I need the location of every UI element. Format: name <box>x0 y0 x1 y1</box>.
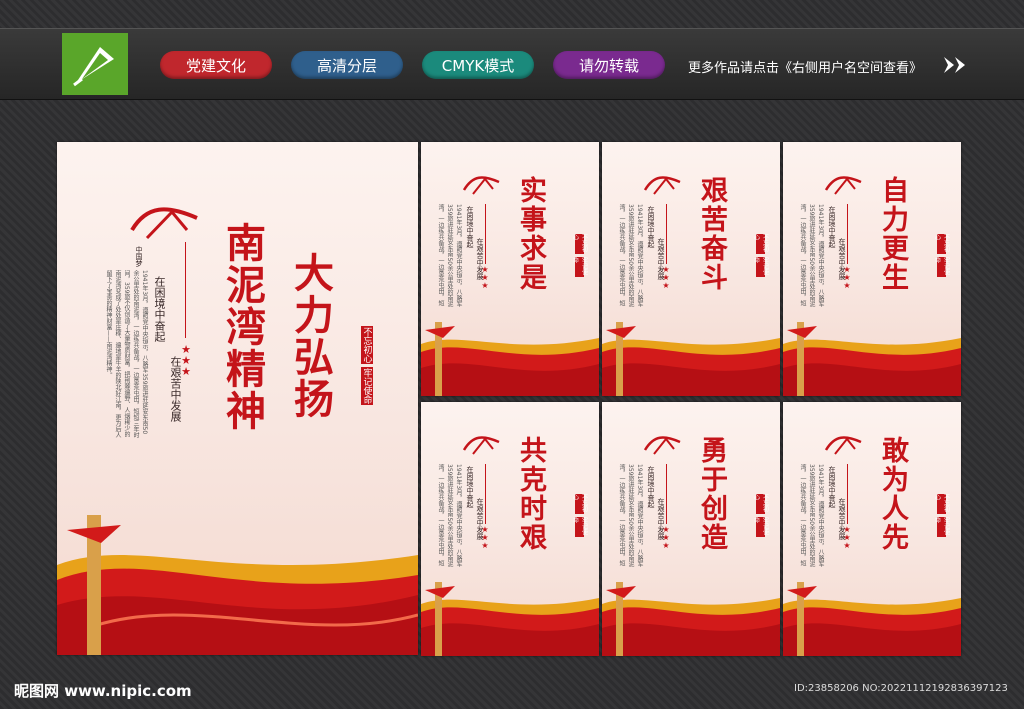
seal-1: 不忘初心 <box>571 234 588 254</box>
poster-title: 勇于创造 <box>696 436 727 552</box>
subtitle-1: 在困境中奋起 <box>828 206 836 248</box>
seal-2: 牢记使命 <box>361 367 373 405</box>
subtitle-1: 在困境中奋起 <box>153 276 166 342</box>
seal-2: 牢记使命 <box>933 257 950 277</box>
seal-2: 牢记使命 <box>752 517 769 537</box>
china-dream-emblem <box>643 436 681 455</box>
body-text: 1941年3月，遵照党中央指示，八路军359旅进驻延安东南50余公里处的南泥湾，… <box>437 464 462 568</box>
site-watermark: 昵图网 www.nipic.com <box>14 680 192 701</box>
seal-1: 不忘初心 <box>752 234 769 254</box>
seal-1: 不忘初心 <box>933 234 950 254</box>
stars-decoration: ★ ★ ★ <box>481 525 489 550</box>
small-poster: 1941年3月，遵照党中央指示，八路军359旅进驻延安东南50余公里处的南泥湾，… <box>602 402 780 656</box>
top-banner: 党建文化 高清分层 CMYK模式 请勿转载 更多作品请点击《右侧用户名空间查看》 <box>0 28 1024 100</box>
red-flag-waves <box>421 322 599 396</box>
poster-title: 敢为人先 <box>877 436 908 552</box>
seal-1: 不忘初心 <box>752 494 769 514</box>
red-flag-waves <box>783 582 961 656</box>
divider-line <box>666 464 667 524</box>
tag-party-culture[interactable]: 党建文化 <box>160 51 272 79</box>
divider-line <box>485 204 486 264</box>
seal-stamps: 不忘初心 牢记使命 <box>571 494 588 537</box>
poster-title: 共克时艰 <box>515 436 546 552</box>
small-poster: 1941年3月，遵照党中央指示，八路军359旅进驻延安东南50余公里处的南泥湾，… <box>783 402 961 656</box>
small-poster: 1941年3月，遵照党中央指示，八路军359旅进驻延安东南50余公里处的南泥湾，… <box>421 142 599 396</box>
double-arrow-icon[interactable] <box>942 55 970 75</box>
tag-no-repost[interactable]: 请勿转载 <box>553 51 665 79</box>
body-text: 1941年3月，遵照党中央指示，八路军359旅进驻延安东南50余公里处的南泥湾，… <box>618 464 643 568</box>
seal-stamps: 不忘初心 牢记使命 <box>933 494 950 537</box>
main-title: 南泥湾精神 <box>219 222 266 432</box>
seal-2: 牢记使命 <box>571 257 588 277</box>
stars-decoration: ★ ★ ★ <box>181 343 191 378</box>
china-dream-emblem <box>130 207 198 240</box>
emblem-text: 中国梦 <box>135 246 143 267</box>
subtitle-1: 在困境中奋起 <box>647 206 655 248</box>
poster-title: 艰苦奋斗 <box>696 176 727 292</box>
pen-logo-icon <box>62 33 128 95</box>
seal-2: 牢记使命 <box>571 517 588 537</box>
small-poster: 1941年3月，遵照党中央指示，八路军359旅进驻延安东南50余公里处的南泥湾，… <box>783 142 961 396</box>
red-flag-waves <box>421 582 599 656</box>
main-poster: 中国梦 1941年3月，遵照党中央指示，八路军359旅进驻延安东南50余公里处的… <box>57 142 418 655</box>
stars-decoration: ★ ★ ★ <box>662 525 670 550</box>
body-text: 1941年3月，遵照党中央指示，八路军359旅进驻延安东南50余公里处的南泥湾，… <box>437 204 462 308</box>
china-dream-emblem <box>643 176 681 195</box>
small-poster: 1941年3月，遵照党中央指示，八路军359旅进驻延安东南50余公里处的南泥湾，… <box>421 402 599 656</box>
body-text: 1941年3月，遵照党中央指示，八路军359旅进驻延安东南50余公里处的南泥湾，… <box>799 204 824 308</box>
tag-label: CMYK模式 <box>441 56 515 75</box>
china-dream-emblem <box>462 436 500 455</box>
red-flag-waves <box>602 322 780 396</box>
tag-cmyk[interactable]: CMYK模式 <box>422 51 534 79</box>
image-id: ID:23858206 NO:20221112192836397123 <box>794 683 1008 694</box>
seal-1: 不忘初心 <box>933 494 950 514</box>
seal-stamps: 不忘初心 牢记使命 <box>752 234 769 277</box>
seal-2: 牢记使命 <box>752 257 769 277</box>
red-flag-waves <box>57 515 418 655</box>
subtitle-1: 在困境中奋起 <box>828 466 836 508</box>
stars-decoration: ★ ★ ★ <box>481 265 489 290</box>
divider-line <box>847 464 848 524</box>
tag-hd-layers[interactable]: 高清分层 <box>291 51 403 79</box>
seal-stamps: 不忘初心 牢记使命 <box>361 326 373 405</box>
stars-decoration: ★ ★ ★ <box>662 265 670 290</box>
seal-1: 不忘初心 <box>571 494 588 514</box>
divider-line <box>666 204 667 264</box>
main-title-secondary: 大力弘扬 <box>287 252 334 420</box>
subtitle-1: 在困境中奋起 <box>466 466 474 508</box>
divider-line <box>485 464 486 524</box>
seal-stamps: 不忘初心 牢记使命 <box>752 494 769 537</box>
divider-line <box>847 204 848 264</box>
china-dream-emblem <box>824 176 862 195</box>
red-flag-waves <box>602 582 780 656</box>
china-dream-emblem <box>462 176 500 195</box>
body-text: 1941年3月，遵照党中央指示，八路军359旅进驻延安东南50余公里处的南泥湾，… <box>799 464 824 568</box>
subtitle-1: 在困境中奋起 <box>647 466 655 508</box>
seal-2: 牢记使命 <box>933 517 950 537</box>
site-text: 昵图网 www.nipic.com <box>14 682 192 700</box>
more-works-link[interactable]: 更多作品请点击《右侧用户名空间查看》 <box>688 57 922 76</box>
divider-line <box>185 242 186 338</box>
stars-decoration: ★ ★ ★ <box>843 265 851 290</box>
tag-label: 高清分层 <box>316 56 377 75</box>
seal-stamps: 不忘初心 牢记使命 <box>933 234 950 277</box>
china-dream-emblem <box>824 436 862 455</box>
main-body-text: 1941年3月，遵照党中央指示，八路军359旅进驻延安东南50余公里处的南泥湾，… <box>105 270 148 438</box>
stars-decoration: ★ ★ ★ <box>843 525 851 550</box>
subtitle-1: 在困境中奋起 <box>466 206 474 248</box>
seal-stamps: 不忘初心 牢记使命 <box>571 234 588 277</box>
tag-label: 党建文化 <box>185 56 246 75</box>
seal-1: 不忘初心 <box>361 326 373 364</box>
tag-label: 请勿转载 <box>578 56 639 75</box>
red-flag-waves <box>783 322 961 396</box>
small-poster: 1941年3月，遵照党中央指示，八路军359旅进驻延安东南50余公里处的南泥湾，… <box>602 142 780 396</box>
poster-title: 自力更生 <box>877 176 908 292</box>
poster-title: 实事求是 <box>515 176 546 292</box>
body-text: 1941年3月，遵照党中央指示，八路军359旅进驻延安东南50余公里处的南泥湾，… <box>618 204 643 308</box>
